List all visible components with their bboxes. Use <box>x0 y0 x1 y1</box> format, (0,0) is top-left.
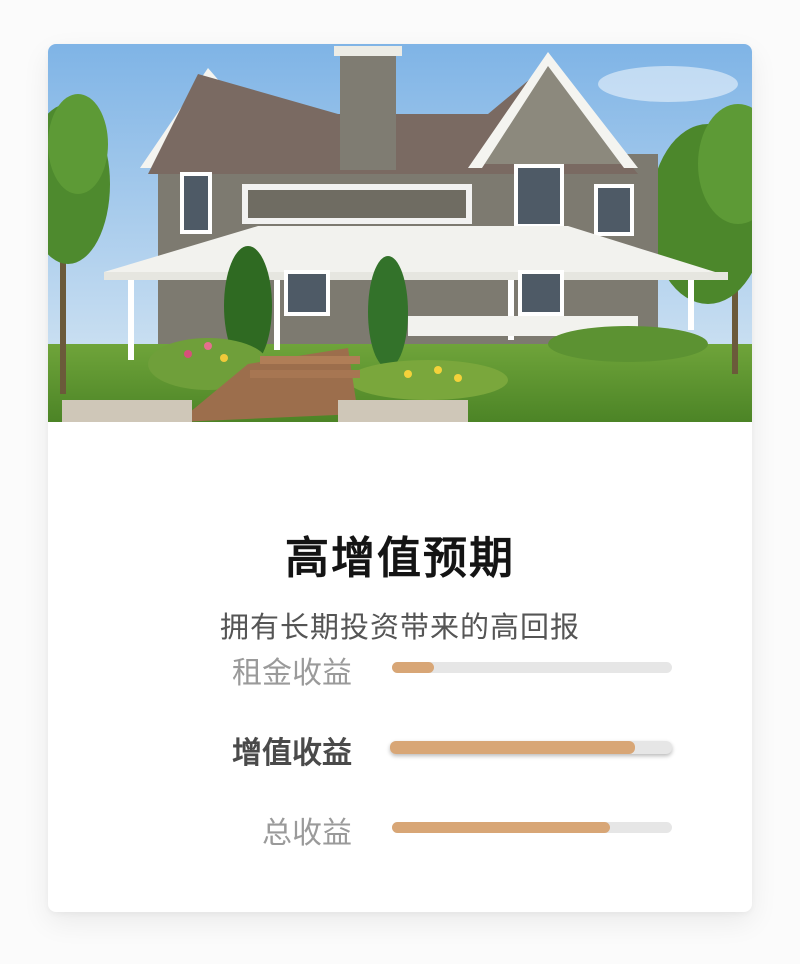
metric-total-income: 总收益 <box>48 800 752 851</box>
card-title: 高增值预期 <box>285 533 515 584</box>
progress-bar <box>392 662 672 673</box>
progress-bar <box>390 741 672 754</box>
metric-appreciation-income: 增值收益 <box>48 720 752 771</box>
page: 高增值预期 拥有长期投资带来的高回报 租金收益 增值收益 总收益 <box>0 0 800 964</box>
metric-rental-income: 租金收益 <box>48 640 752 691</box>
metric-label: 租金收益 <box>232 656 352 691</box>
progress-bar <box>392 822 672 833</box>
house-photo <box>48 44 752 422</box>
progress-bar-fill <box>392 822 611 833</box>
progress-bar-fill <box>390 741 636 754</box>
metric-label: 总收益 <box>262 816 352 851</box>
progress-bar-fill <box>392 662 434 673</box>
feature-card: 高增值预期 拥有长期投资带来的高回报 租金收益 增值收益 总收益 <box>48 44 752 912</box>
metric-label: 增值收益 <box>232 736 352 771</box>
